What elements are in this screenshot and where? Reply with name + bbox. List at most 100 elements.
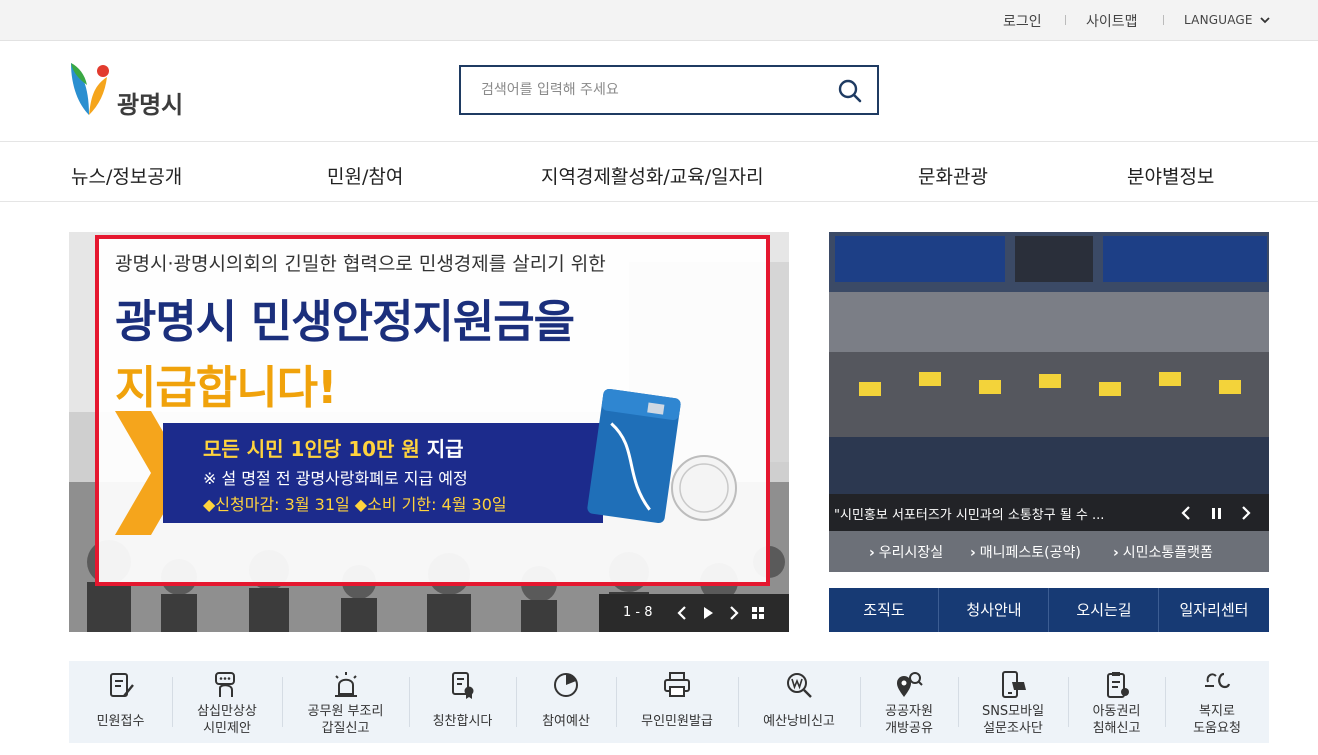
building-guide-button[interactable]: 청사안내 — [939, 588, 1049, 632]
nav-item-fields[interactable]: 분야별정보 — [1127, 162, 1214, 189]
login-link[interactable]: 로그인 — [1003, 11, 1042, 31]
service-label: 공공자원개방공유 — [860, 703, 958, 737]
banner-subtitle: 광명시·광명시의회의 긴밀한 협력으로 민생경제를 살리기 위한 — [115, 253, 606, 275]
service-item[interactable]: 참여예산 — [516, 661, 616, 743]
service-item[interactable]: 아동권리침해신고 — [1068, 661, 1165, 743]
logo-mark-icon — [71, 63, 109, 115]
quick-link-platform[interactable]: 시민소통플랫폼 — [1113, 542, 1213, 562]
news-photo-slide[interactable]: "시민홍보 서포터즈가 시민과의 소통창구 될 수 ... — [829, 232, 1269, 531]
award-document-icon — [451, 672, 473, 699]
banner-info-box: 모든 시민 1인당 10만 원 지급 ※ 설 명절 전 광명사랑화폐로 지급 예… — [163, 423, 603, 523]
service-item[interactable]: SNS모바일설문조사단 — [958, 661, 1068, 743]
quick-link-manifesto[interactable]: 매니페스토(공약) — [970, 542, 1081, 562]
banner-title-line1: 광명시 민생안정지원금을 — [115, 295, 575, 348]
printer-icon — [664, 672, 690, 697]
service-item[interactable]: 예산낭비신고 — [738, 661, 860, 743]
event-hall-photo — [829, 232, 1269, 494]
next-arrow-icon[interactable] — [1239, 505, 1253, 521]
pie-chart-icon — [554, 673, 578, 697]
next-arrow-icon[interactable] — [727, 605, 741, 621]
service-label: 민원접수 — [96, 714, 145, 729]
grid-view-icon[interactable] — [751, 605, 765, 621]
clipboard-child-icon — [1106, 672, 1129, 698]
divider — [1065, 15, 1066, 25]
service-label-line: 복지로 — [1199, 704, 1235, 719]
service-label-line: 침해신고 — [1092, 721, 1141, 736]
banner-page-count: 1 - 8 — [623, 605, 653, 620]
service-label: 삼십만상상시민제안 — [172, 703, 282, 737]
quick-links-bar: 우리시장실 매니페스토(공약) 시민소통플랫폼 — [829, 531, 1269, 572]
org-chart-button[interactable]: 조직도 — [829, 588, 939, 632]
location-search-icon — [897, 672, 923, 697]
photo-caption-bar: "시민홍보 서포터즈가 시민과의 소통창구 될 수 ... — [829, 494, 1269, 531]
prev-arrow-icon[interactable] — [675, 605, 689, 621]
service-label-line: 개방공유 — [885, 721, 933, 736]
directions-button[interactable]: 오시는길 — [1049, 588, 1159, 632]
document-pen-icon — [109, 673, 134, 697]
utility-bar: 로그인 사이트맵 LANGUAGE — [0, 0, 1318, 41]
service-label: 무인민원발급 — [641, 714, 713, 729]
chevron-down-icon[interactable] — [1259, 15, 1271, 25]
main-nav: 뉴스/정보공개 민원/참여 지역경제활성화/교육/일자리 문화관광 분야별정보 — [0, 142, 1318, 202]
gift-card-icon — [587, 388, 681, 524]
service-label: 아동권리침해신고 — [1068, 703, 1165, 737]
banner-title-line2: 지급합니다! — [115, 361, 338, 414]
service-item[interactable]: 민원접수 — [69, 661, 172, 743]
service-label: SNS모바일설문조사단 — [958, 703, 1068, 737]
job-center-button[interactable]: 일자리센터 — [1159, 588, 1269, 632]
prev-arrow-icon[interactable] — [1179, 505, 1193, 521]
logo-text: 광명시 — [117, 91, 184, 119]
nav-item-civil[interactable]: 민원/참여 — [327, 162, 403, 189]
mobile-survey-icon — [1002, 671, 1026, 698]
service-label: 공무원 부조리갑질신고 — [282, 703, 409, 737]
idea-chat-icon — [215, 672, 235, 697]
search-icon[interactable] — [837, 78, 863, 104]
service-label: 복지로도움요청 — [1165, 703, 1269, 737]
service-item[interactable]: 무인민원발급 — [616, 661, 738, 743]
nav-item-news[interactable]: 뉴스/정보공개 — [71, 162, 182, 189]
seal-icon — [671, 455, 737, 521]
service-label-line: 설문조사단 — [983, 721, 1043, 736]
service-item[interactable]: 삼십만상상시민제안 — [172, 661, 282, 743]
quick-link-mayor[interactable]: 우리시장실 — [869, 542, 943, 562]
site-logo[interactable]: 광명시 — [67, 59, 207, 119]
site-header: 광명시 — [0, 41, 1318, 142]
banner-info-line1: 모든 시민 1인당 10만 원 지급 — [203, 433, 464, 462]
service-label-line: 삼십만상상 — [197, 704, 257, 719]
service-item[interactable]: 칭찬합시다 — [409, 661, 516, 743]
service-item[interactable]: 공무원 부조리갑질신고 — [282, 661, 409, 743]
service-label-line: 도움요청 — [1193, 721, 1241, 736]
service-label-line: 아동권리 — [1092, 704, 1141, 719]
nav-item-economy[interactable]: 지역경제활성화/교육/일자리 — [541, 162, 764, 189]
service-label-line: 시민제안 — [203, 721, 251, 736]
banner-info-amount: 모든 시민 1인당 10만 원 — [203, 437, 427, 461]
banner-pager: 1 - 8 — [599, 594, 789, 632]
play-icon[interactable] — [701, 605, 715, 621]
info-buttons: 조직도 청사안내 오시는길 일자리센터 — [829, 588, 1269, 632]
service-item[interactable]: 복지로도움요청 — [1165, 661, 1269, 743]
banner-info-pay: 지급 — [426, 437, 464, 461]
banner-info-line3: ◆신청마감: 3월 31일 ◆소비 기한: 4월 30일 — [203, 495, 507, 514]
service-label-line: 공공자원 — [885, 704, 933, 719]
siren-icon — [334, 672, 357, 697]
language-selector[interactable]: LANGUAGE — [1184, 13, 1253, 27]
sitemap-link[interactable]: 사이트맵 — [1086, 11, 1138, 31]
banner-info-line2: ※ 설 명절 전 광명사랑화폐로 지급 예정 — [203, 469, 468, 488]
service-label: 칭찬합시다 — [432, 714, 493, 729]
service-label-line: 갑질신고 — [321, 721, 370, 736]
service-label-line: SNS모바일 — [981, 704, 1045, 719]
search-box — [459, 65, 879, 115]
service-item[interactable]: 공공자원개방공유 — [860, 661, 958, 743]
photo-caption[interactable]: "시민홍보 서포터즈가 시민과의 소통창구 될 수 ... — [834, 504, 1104, 523]
banner-announcement: 광명시·광명시의회의 긴밀한 협력으로 민생경제를 살리기 위한 광명시 민생안… — [95, 235, 770, 586]
service-shortcuts: 민원접수 삼십만상상 시민제안 공무원 부조리 갑질신고 칭찬합시다 참여예산 … — [69, 661, 1269, 743]
service-label-line: 공무원 부조리 — [307, 704, 384, 719]
service-label: 참여예산 — [542, 714, 590, 729]
divider — [1163, 15, 1164, 25]
won-search-icon — [787, 673, 812, 698]
service-label: 예산낭비신고 — [763, 714, 835, 729]
pause-icon[interactable] — [1209, 505, 1223, 521]
nav-item-culture[interactable]: 문화관광 — [918, 162, 988, 189]
search-input[interactable] — [461, 67, 821, 113]
welfare-call-icon — [1205, 672, 1231, 689]
